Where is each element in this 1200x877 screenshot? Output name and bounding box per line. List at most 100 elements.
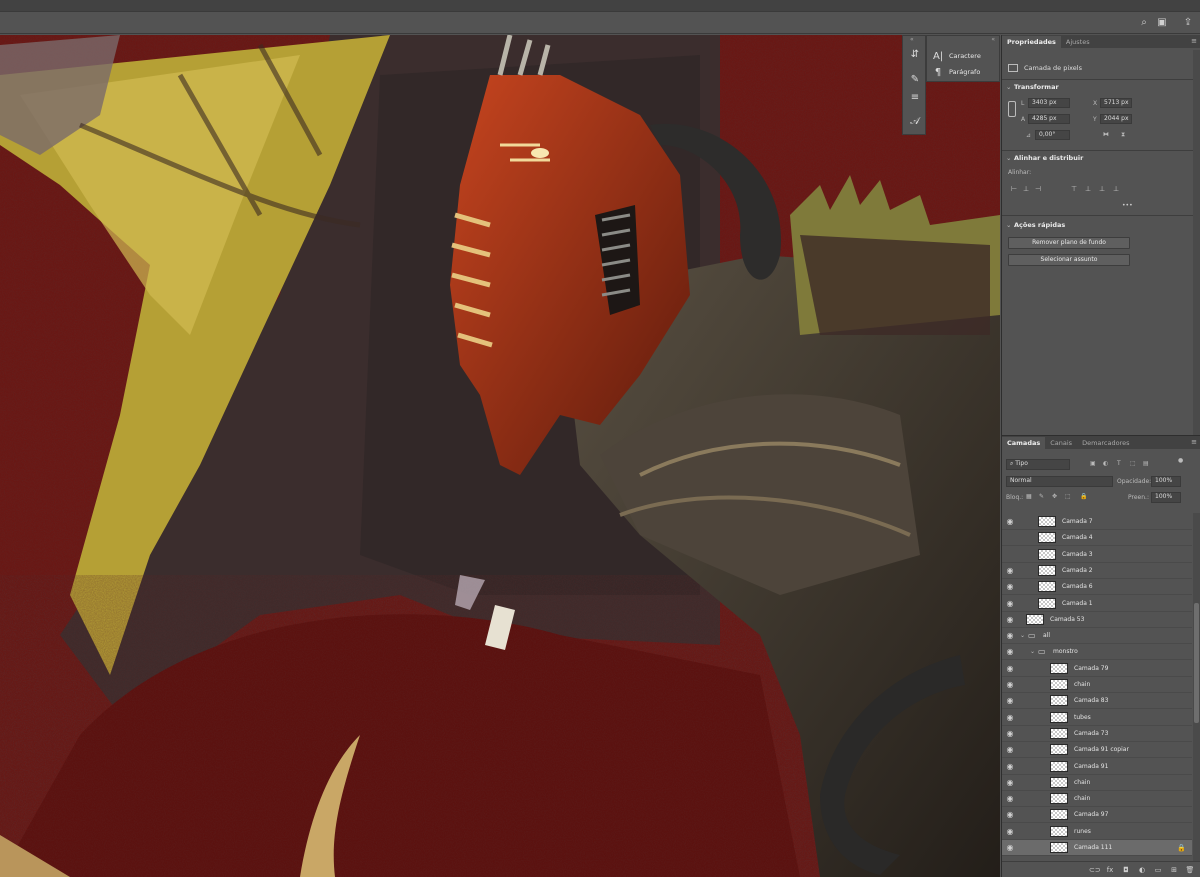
select-subject-button[interactable]: Selecionar assunto bbox=[1008, 254, 1130, 266]
adjustments-icon[interactable]: ≡ bbox=[908, 91, 922, 105]
layer-row[interactable]: ◉ Camada 53 bbox=[1002, 612, 1192, 628]
expand-chevron-icon[interactable]: ⌄ bbox=[1030, 648, 1038, 655]
visibility-eye-icon[interactable]: ◉ bbox=[1002, 794, 1018, 803]
brush-icon[interactable]: ✎ bbox=[908, 73, 922, 87]
visibility-eye-icon[interactable]: ◉ bbox=[1002, 582, 1018, 591]
layer-filter-select[interactable]: ⌕ Tipo bbox=[1006, 459, 1070, 470]
fx-icon[interactable]: fx bbox=[1105, 866, 1115, 874]
more-options-icon[interactable]: ••• bbox=[1122, 202, 1133, 209]
layer-row[interactable]: ◉ Camada 79 bbox=[1002, 661, 1192, 677]
adjustment-layer-icon[interactable]: ◐ bbox=[1137, 866, 1147, 874]
new-layer-icon[interactable]: ⊞ bbox=[1169, 866, 1179, 874]
new-group-icon[interactable]: ▭ bbox=[1153, 866, 1163, 874]
visibility-eye-icon[interactable]: ◉ bbox=[1002, 810, 1018, 819]
visibility-eye-icon[interactable]: ◉ bbox=[1002, 762, 1018, 771]
link-dimensions-icon[interactable] bbox=[1008, 101, 1016, 117]
layer-group-row[interactable]: ◉ ⌄ ▭ all bbox=[1002, 628, 1192, 645]
collapse-icon[interactable]: « bbox=[910, 36, 914, 43]
lock-artboard-icon[interactable]: ⬚ bbox=[1065, 493, 1071, 500]
tab-paths[interactable]: Demarcadores bbox=[1077, 437, 1134, 449]
align-right-icon[interactable]: ⊣ bbox=[1034, 185, 1042, 193]
blend-mode-select[interactable]: Normal bbox=[1006, 476, 1113, 487]
tab-adjustments[interactable]: Ajustes bbox=[1061, 36, 1095, 48]
lock-all-icon[interactable]: 🔒 bbox=[1080, 493, 1087, 500]
width-field[interactable]: 3403 px bbox=[1028, 98, 1070, 108]
align-middle-v-icon[interactable]: ⊥ bbox=[1084, 185, 1092, 193]
lock-transparent-icon[interactable]: ▦ bbox=[1026, 493, 1032, 500]
share-icon[interactable]: ⇪ bbox=[1182, 17, 1194, 29]
flip-horizontal-icon[interactable]: ⧓ bbox=[1103, 131, 1109, 138]
visibility-eye-icon[interactable]: ◉ bbox=[1002, 729, 1018, 738]
align-left-icon[interactable]: ⊢ bbox=[1010, 185, 1018, 193]
transform-header[interactable]: ⌄ Transformar bbox=[1006, 83, 1059, 91]
layer-row[interactable]: ◉ Camada 2 bbox=[1002, 563, 1192, 579]
properties-scrollbar[interactable] bbox=[1193, 50, 1200, 435]
align-header[interactable]: ⌄ Alinhar e distribuir bbox=[1006, 154, 1083, 162]
tab-layers[interactable]: Camadas bbox=[1002, 437, 1046, 449]
tab-channels[interactable]: Canais bbox=[1045, 437, 1077, 449]
search-icon[interactable]: ⌕ bbox=[1138, 17, 1150, 29]
mask-icon[interactable]: ◘ bbox=[1121, 866, 1131, 874]
visibility-eye-icon[interactable]: ◉ bbox=[1002, 843, 1018, 852]
filter-adjustment-icon[interactable]: ◐ bbox=[1103, 460, 1108, 467]
layer-row[interactable]: ◉ Camada 4 bbox=[1002, 530, 1192, 547]
character-panel-button[interactable]: A| Caractere bbox=[933, 49, 981, 63]
layer-row[interactable]: ◉ chain bbox=[1002, 791, 1192, 808]
quick-actions-header[interactable]: ⌄ Ações rápidas bbox=[1006, 221, 1065, 229]
glyph-icon[interactable]: 𝒜 bbox=[908, 115, 922, 129]
visibility-eye-icon[interactable]: ◉ bbox=[1002, 599, 1018, 608]
layer-row[interactable]: ◉ chain bbox=[1002, 677, 1192, 693]
layer-group-row[interactable]: ◉ ⌄ ▭ monstro bbox=[1002, 644, 1192, 661]
fill-field[interactable]: 100% bbox=[1151, 492, 1181, 503]
visibility-eye-icon[interactable]: ◉ bbox=[1002, 713, 1018, 722]
delete-icon[interactable]: 🗑 bbox=[1185, 866, 1195, 874]
layer-row[interactable]: ◉ tubes bbox=[1002, 710, 1192, 726]
visibility-eye-icon[interactable]: ◉ bbox=[1002, 696, 1018, 705]
layer-row[interactable]: ◉ Camada 97 bbox=[1002, 807, 1192, 824]
collapse-icon[interactable]: « bbox=[991, 36, 995, 43]
visibility-eye-icon[interactable]: ◉ bbox=[1002, 664, 1018, 673]
lock-position-icon[interactable]: ✥ bbox=[1052, 493, 1057, 500]
layer-row[interactable]: ◉ Camada 3 bbox=[1002, 547, 1192, 563]
x-field[interactable]: 5713 px bbox=[1100, 98, 1132, 108]
align-center-h-icon[interactable]: ⊥ bbox=[1022, 185, 1030, 193]
filter-smart-icon[interactable]: ▤ bbox=[1143, 460, 1149, 467]
visibility-eye-icon[interactable]: ◉ bbox=[1002, 615, 1018, 624]
layers-scrollbar[interactable] bbox=[1193, 513, 1200, 861]
visibility-eye-icon[interactable]: ◉ bbox=[1002, 827, 1018, 836]
height-field[interactable]: 4285 px bbox=[1028, 114, 1070, 124]
visibility-eye-icon[interactable]: ◉ bbox=[1002, 647, 1018, 656]
layer-row[interactable]: ◉ Camada 6 bbox=[1002, 579, 1192, 596]
layer-row[interactable]: ◉ Camada 111 🔒 bbox=[1002, 840, 1192, 856]
opacity-field[interactable]: 100% bbox=[1151, 476, 1181, 487]
paragraph-panel-button[interactable]: ¶ Parágrafo bbox=[933, 65, 981, 79]
distribute-icon[interactable]: ⊥ bbox=[1112, 185, 1120, 193]
tab-properties[interactable]: Propriedades bbox=[1002, 36, 1061, 48]
filter-type-icon[interactable]: T bbox=[1117, 460, 1121, 467]
scroll-thumb[interactable] bbox=[1194, 603, 1199, 723]
panel-menu-icon[interactable]: ≡ bbox=[1191, 438, 1197, 446]
lock-pixels-icon[interactable]: ✎ bbox=[1039, 493, 1044, 500]
panel-menu-icon[interactable]: ≡ bbox=[1191, 37, 1197, 45]
visibility-eye-icon[interactable]: ◉ bbox=[1002, 631, 1018, 640]
visibility-eye-icon[interactable]: ◉ bbox=[1002, 566, 1018, 575]
remove-background-button[interactable]: Remover plano de fundo bbox=[1008, 237, 1130, 249]
workspace-icon[interactable]: ▣ bbox=[1156, 17, 1168, 29]
visibility-eye-icon[interactable]: ◉ bbox=[1002, 745, 1018, 754]
layer-row[interactable]: ◉ runes bbox=[1002, 824, 1192, 840]
layer-row[interactable]: ◉ Camada 7 bbox=[1002, 514, 1192, 530]
layer-row[interactable]: ◉ chain bbox=[1002, 775, 1192, 791]
visibility-eye-icon[interactable]: ◉ bbox=[1002, 517, 1018, 526]
history-icon[interactable]: ⇵ bbox=[908, 48, 922, 62]
layer-row[interactable]: ◉ Camada 91 bbox=[1002, 759, 1192, 775]
filter-toggle-icon[interactable]: ● bbox=[1178, 457, 1183, 464]
layer-row[interactable]: ◉ Camada 73 bbox=[1002, 726, 1192, 742]
angle-field[interactable]: 0,00° bbox=[1035, 130, 1070, 140]
flip-vertical-icon[interactable]: ⧗ bbox=[1121, 131, 1125, 139]
visibility-eye-icon[interactable]: ◉ bbox=[1002, 533, 1018, 542]
filter-pixel-icon[interactable]: ▣ bbox=[1090, 460, 1096, 467]
document-canvas[interactable] bbox=[0, 35, 1000, 877]
filter-shape-icon[interactable]: ⬚ bbox=[1130, 460, 1136, 467]
layer-row[interactable]: ◉ Camada 1 bbox=[1002, 596, 1192, 612]
link-icon[interactable]: ⊂⊃ bbox=[1089, 866, 1101, 874]
